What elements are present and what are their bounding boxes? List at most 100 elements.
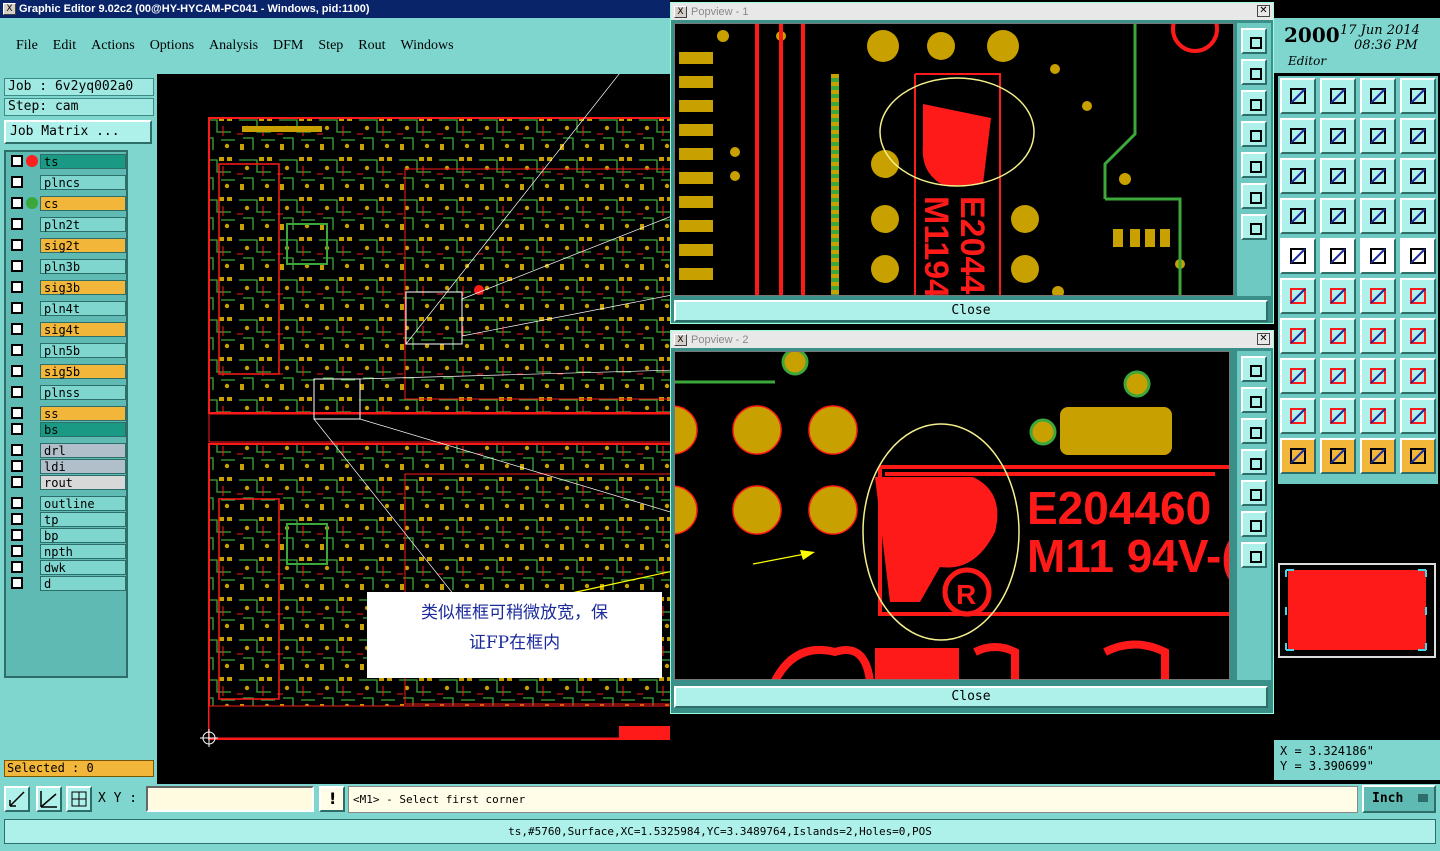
swap-button[interactable] bbox=[1360, 118, 1396, 154]
trace-button[interactable] bbox=[1320, 358, 1356, 394]
arrow-node-button[interactable] bbox=[1360, 278, 1396, 314]
pointer-circle-button[interactable] bbox=[1360, 438, 1396, 474]
arch2-button[interactable] bbox=[1400, 398, 1436, 434]
popview-tool-button[interactable] bbox=[1241, 542, 1267, 568]
layer-checkbox[interactable] bbox=[11, 260, 23, 272]
layer-checkbox[interactable] bbox=[11, 423, 23, 435]
layer-checkbox[interactable] bbox=[11, 529, 23, 541]
help-button[interactable] bbox=[1400, 158, 1436, 194]
layer-row-dwk[interactable]: dwk bbox=[8, 560, 126, 575]
menu-edit[interactable]: Edit bbox=[53, 38, 76, 54]
layer-checkbox[interactable] bbox=[11, 513, 23, 525]
layer-row-bs[interactable]: bs bbox=[8, 422, 126, 437]
menu-actions[interactable]: Actions bbox=[91, 38, 135, 54]
layer-checkbox[interactable] bbox=[11, 281, 23, 293]
menu-dfm[interactable]: DFM bbox=[273, 38, 303, 54]
popview-tool-button[interactable] bbox=[1241, 28, 1267, 54]
window-button[interactable] bbox=[1400, 78, 1436, 114]
popview-tool-button[interactable] bbox=[1241, 449, 1267, 475]
layer-checkbox[interactable] bbox=[11, 218, 23, 230]
settings-button[interactable] bbox=[1280, 198, 1316, 234]
layer-pair-red-button[interactable] bbox=[1400, 198, 1436, 234]
popview-tool-button[interactable] bbox=[1241, 214, 1267, 240]
layer-row-pln4t[interactable]: pln4t bbox=[8, 301, 126, 316]
layer-checkbox[interactable] bbox=[11, 344, 23, 356]
layer-checkbox[interactable] bbox=[11, 302, 23, 314]
triangle-button[interactable] bbox=[1280, 398, 1316, 434]
layer-row-npth[interactable]: npth bbox=[8, 544, 126, 559]
layer-row-bp[interactable]: bp bbox=[8, 528, 126, 543]
zoom-center-button[interactable] bbox=[1320, 158, 1356, 194]
layer-row-sig4t[interactable]: sig4t bbox=[8, 322, 126, 337]
layer-checkbox[interactable] bbox=[11, 197, 23, 209]
popview-tool-button[interactable] bbox=[1241, 418, 1267, 444]
layer-checkbox[interactable] bbox=[11, 365, 23, 377]
route-button[interactable] bbox=[1400, 118, 1436, 154]
edit-shape-button[interactable] bbox=[1320, 238, 1356, 274]
node-path-button[interactable] bbox=[1400, 438, 1436, 474]
angle-button[interactable] bbox=[1280, 318, 1316, 354]
grid-tool-button[interactable] bbox=[66, 786, 92, 812]
layer-checkbox[interactable] bbox=[11, 176, 23, 188]
popview-tool-button[interactable] bbox=[1241, 59, 1267, 85]
pointer-button[interactable] bbox=[1280, 438, 1316, 474]
layer-checkbox[interactable] bbox=[11, 444, 23, 456]
layer-row-sig5b[interactable]: sig5b bbox=[8, 364, 126, 379]
line-button[interactable] bbox=[1320, 318, 1356, 354]
layer-row-plnss[interactable]: plnss bbox=[8, 385, 126, 400]
popview-tool-button[interactable] bbox=[1241, 121, 1267, 147]
popview-1-close-button[interactable]: Close bbox=[674, 300, 1268, 322]
popview-2-close-button[interactable]: Close bbox=[674, 686, 1268, 708]
menu-file[interactable]: File bbox=[16, 38, 38, 54]
layer-row-sig3b[interactable]: sig3b bbox=[8, 280, 126, 295]
layer-checkbox[interactable] bbox=[11, 577, 23, 589]
arrow-node2-button[interactable] bbox=[1400, 278, 1436, 314]
layer-row-pln5b[interactable]: pln5b bbox=[8, 343, 126, 358]
units-button[interactable]: Inch bbox=[1362, 785, 1436, 813]
arc-button[interactable] bbox=[1360, 318, 1396, 354]
grid-button[interactable] bbox=[1320, 198, 1356, 234]
layer-row-ts[interactable]: ts bbox=[8, 154, 126, 169]
layer-row-outline[interactable]: outline bbox=[8, 496, 126, 511]
layer-checkbox[interactable] bbox=[11, 545, 23, 557]
layer-checkbox[interactable] bbox=[11, 239, 23, 251]
layer-row-ss[interactable]: ss bbox=[8, 406, 126, 421]
layer-checkbox[interactable] bbox=[11, 561, 23, 573]
layer-checkbox[interactable] bbox=[11, 460, 23, 472]
popview-1-close-icon[interactable]: ✕ bbox=[1257, 5, 1270, 17]
alert-button[interactable]: ! bbox=[319, 786, 345, 812]
popview-tool-button[interactable] bbox=[1241, 511, 1267, 537]
pad-button[interactable] bbox=[1280, 238, 1316, 274]
popview-2-close-icon[interactable]: ✕ bbox=[1257, 333, 1270, 345]
link-button[interactable] bbox=[1400, 358, 1436, 394]
menu-rout[interactable]: Rout bbox=[358, 38, 385, 54]
popview-tool-button[interactable] bbox=[1241, 152, 1267, 178]
split-button[interactable] bbox=[1400, 318, 1436, 354]
layer-pair-button[interactable] bbox=[1360, 198, 1396, 234]
layer-row-pln3b[interactable]: pln3b bbox=[8, 259, 126, 274]
job-matrix-button[interactable]: Job Matrix ... bbox=[4, 120, 152, 144]
popview-2-canvas[interactable]: R E204460 M11 94V-( bbox=[674, 351, 1230, 680]
point-button[interactable] bbox=[1280, 358, 1316, 394]
popview-tool-button[interactable] bbox=[1241, 356, 1267, 382]
cross-node-button[interactable] bbox=[1320, 278, 1356, 314]
popview-tool-button[interactable] bbox=[1241, 387, 1267, 413]
arrow-up-button[interactable] bbox=[1320, 398, 1356, 434]
arch-button[interactable] bbox=[1360, 398, 1396, 434]
menu-options[interactable]: Options bbox=[150, 38, 194, 54]
popview-tool-button[interactable] bbox=[1241, 183, 1267, 209]
layer-row-tp[interactable]: tp bbox=[8, 512, 126, 527]
menu-windows[interactable]: Windows bbox=[401, 38, 454, 54]
measure-tool-button[interactable] bbox=[36, 786, 62, 812]
layer-checkbox[interactable] bbox=[11, 323, 23, 335]
right-button[interactable] bbox=[1320, 118, 1356, 154]
layer-row-rout[interactable]: rout bbox=[8, 475, 126, 490]
layer-checkbox[interactable] bbox=[11, 476, 23, 488]
xy-input[interactable] bbox=[146, 786, 314, 812]
menu-analysis[interactable]: Analysis bbox=[209, 38, 258, 54]
menu-step[interactable]: Step bbox=[318, 38, 343, 54]
layer-row-pln2t[interactable]: pln2t bbox=[8, 217, 126, 232]
circle-button[interactable] bbox=[1400, 238, 1436, 274]
mini-map[interactable] bbox=[1278, 563, 1436, 658]
layer-row-plncs[interactable]: plncs bbox=[8, 175, 126, 190]
